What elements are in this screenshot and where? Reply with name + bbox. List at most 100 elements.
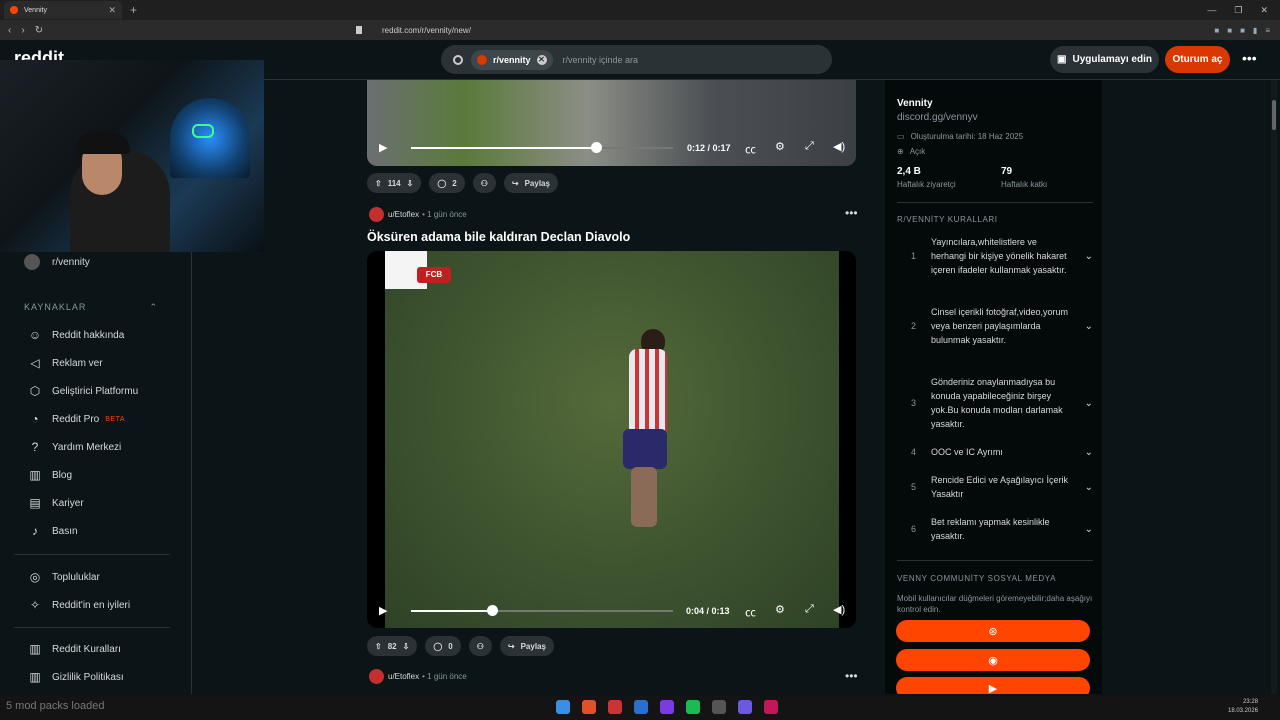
- youtube-icon: ▶: [988, 682, 998, 695]
- comments-button[interactable]: ◯ 2: [429, 173, 465, 193]
- comments-button[interactable]: ◯ 0: [425, 636, 461, 656]
- community-name: Vennity: [897, 98, 933, 109]
- windows-start-icon[interactable]: [556, 700, 570, 714]
- get-app-button[interactable]: ▣ Uygulamayı edin: [1050, 46, 1159, 73]
- social-button-youtube[interactable]: ▶: [896, 677, 1090, 694]
- page-scrollbar[interactable]: [1271, 80, 1277, 694]
- close-window-icon[interactable]: ✕: [1260, 5, 1268, 16]
- rule-item[interactable]: 2 Cinsel içerikli fotoğraf,video,yorum ve…: [897, 305, 1093, 347]
- author-name[interactable]: u/Etoflex: [388, 672, 419, 681]
- social-button-website[interactable]: ⊛: [896, 620, 1090, 642]
- rule-item[interactable]: 1 Yayıncılara,whitelistlere ve herhangi b…: [897, 235, 1093, 277]
- social-button-discord[interactable]: ◉: [896, 649, 1090, 671]
- sidebar-item-about[interactable]: ☺ Reddit hakkında: [28, 328, 124, 342]
- bookmark-icon[interactable]: [356, 26, 362, 34]
- extension-icon[interactable]: ■: [1214, 26, 1219, 35]
- new-tab-icon[interactable]: +: [130, 3, 137, 17]
- spotify-icon[interactable]: [686, 700, 700, 714]
- app-icon[interactable]: [764, 700, 778, 714]
- settings-gear-icon[interactable]: ⚙: [775, 140, 785, 153]
- search-bar[interactable]: r/vennity ✕ r/vennity içinde ara: [441, 45, 832, 74]
- volume-icon[interactable]: ◀): [833, 140, 845, 153]
- award-button[interactable]: ⚇: [468, 636, 492, 656]
- sidebar-item-reddit-pro[interactable]: ◔ Reddit Pro BETA: [28, 412, 125, 426]
- upvote-icon[interactable]: ⇧: [375, 179, 382, 188]
- login-button[interactable]: Oturum aç: [1165, 46, 1230, 73]
- rule-item[interactable]: 5 Rencide Edici ve Aşağılayıcı İçerik Yas…: [897, 473, 1093, 501]
- settings-gear-icon[interactable]: ⚙: [775, 603, 785, 616]
- post2-author[interactable]: u/Etoflex • 1 gün önce: [369, 207, 467, 222]
- post3-author[interactable]: u/Etoflex • 1 gün önce: [369, 669, 467, 684]
- maximize-icon[interactable]: ❐: [1234, 5, 1242, 16]
- sidebar-item-rules[interactable]: ▥ Reddit Kuralları: [28, 642, 121, 656]
- community-sidebar: Vennity discord.gg/vennyv ▭ Oluşturulma t…: [885, 80, 1102, 694]
- gamepad-neon-icon: [192, 124, 214, 138]
- captions-icon[interactable]: ㏄: [745, 604, 756, 620]
- subreddit-chip[interactable]: r/vennity ✕: [471, 49, 553, 70]
- streamer-cap: [76, 132, 130, 154]
- award-button[interactable]: ⚇: [472, 173, 496, 193]
- sidebar-item-advertise[interactable]: ◁ Reklam ver: [28, 356, 102, 370]
- post2-video[interactable]: FCB: [367, 251, 856, 628]
- share-button[interactable]: ↪ Paylaş: [499, 636, 554, 656]
- clear-chip-icon[interactable]: ✕: [536, 54, 547, 65]
- sidebar-item-subreddit[interactable]: r/vennity: [24, 254, 90, 270]
- upvote-icon[interactable]: ⇧: [375, 642, 382, 651]
- minimize-icon[interactable]: —: [1207, 5, 1216, 16]
- comment-count: 2: [452, 178, 457, 188]
- sidebar-item-dev-platform[interactable]: ⬡ Geliştirici Platformu: [28, 384, 138, 398]
- sidebar-item-press[interactable]: ♪ Basın: [28, 524, 78, 538]
- fullscreen-icon[interactable]: ⤢: [805, 603, 814, 616]
- volume-icon[interactable]: ◀): [833, 603, 845, 616]
- close-tab-icon[interactable]: ✕: [108, 5, 116, 16]
- fullscreen-icon[interactable]: ⤢: [805, 140, 814, 153]
- reload-icon[interactable]: ↻: [35, 25, 43, 36]
- search-input[interactable]: r/vennity içinde ara: [563, 55, 639, 65]
- back-icon[interactable]: ‹: [8, 25, 11, 36]
- rule-item[interactable]: 3 Gönderiniz onaylanmadıysa bu konuda yap…: [897, 375, 1093, 431]
- play-icon[interactable]: ▶: [379, 604, 387, 617]
- sidebar-item-best-of[interactable]: ✧ Reddit'in en iyileri: [28, 598, 130, 612]
- captions-icon[interactable]: ㏄: [745, 141, 756, 157]
- app-icon[interactable]: [608, 700, 622, 714]
- downvote-icon[interactable]: ⇩: [407, 179, 414, 188]
- app-icon[interactable]: [634, 700, 648, 714]
- sidebar-divider: [897, 202, 1093, 203]
- extension-icon[interactable]: ■: [1240, 26, 1245, 35]
- sidebar-item-communities[interactable]: ◎ Topluluklar: [28, 570, 100, 584]
- post-options-icon[interactable]: •••: [845, 206, 858, 220]
- system-clock[interactable]: 23:28 18.03.2026: [1228, 698, 1258, 716]
- brave-icon[interactable]: [582, 700, 596, 714]
- post-options-icon[interactable]: •••: [845, 669, 858, 683]
- discord-icon[interactable]: [660, 700, 674, 714]
- author-name[interactable]: u/Etoflex: [388, 210, 419, 219]
- share-label: Paylaş: [524, 178, 550, 188]
- app-icon[interactable]: [738, 700, 752, 714]
- extension-icon[interactable]: ■: [1227, 26, 1232, 35]
- sidebar-item-careers[interactable]: ▤ Kariyer: [28, 496, 83, 510]
- video-scrubber[interactable]: [590, 142, 602, 153]
- browser-menu-icon[interactable]: ≡: [1265, 26, 1270, 35]
- resources-section-header[interactable]: KAYNAKLAR ⌃: [24, 302, 158, 313]
- video-scrubber[interactable]: [486, 605, 498, 616]
- post1-video[interactable]: [367, 80, 856, 166]
- url-field[interactable]: reddit.com/r/vennity/new/: [382, 26, 471, 35]
- rule-item[interactable]: 4 OOC ve IC Ayrımı ⌄: [897, 445, 1093, 459]
- sidebar-item-blog[interactable]: ▥ Blog: [28, 468, 72, 482]
- video-badge: FCB: [417, 267, 451, 283]
- sidebar-item-label: Yardım Merkezi: [52, 441, 122, 453]
- more-options-icon[interactable]: •••: [1242, 50, 1257, 66]
- sidebar-item-help[interactable]: ? Yardım Merkezi: [28, 440, 122, 454]
- forward-icon[interactable]: ›: [21, 25, 24, 36]
- scrollbar-thumb[interactable]: [1272, 100, 1276, 130]
- post-title[interactable]: Öksüren adama bile kaldıran Declan Diavo…: [367, 230, 630, 244]
- play-icon[interactable]: ▶: [379, 141, 387, 154]
- rule-item[interactable]: 6 Bet reklamı yapmak kesinlikle yasaktır.…: [897, 515, 1093, 543]
- browser-tab[interactable]: Vennity ✕: [4, 1, 122, 19]
- sidebar-divider: [14, 627, 170, 628]
- downvote-icon[interactable]: ⇩: [403, 642, 410, 651]
- sidebar-toggle-icon[interactable]: ▮: [1253, 26, 1257, 35]
- sidebar-item-privacy[interactable]: ▥ Gizlilik Politikası: [28, 670, 123, 684]
- share-button[interactable]: ↪ Paylaş: [503, 173, 558, 193]
- app-icon[interactable]: [712, 700, 726, 714]
